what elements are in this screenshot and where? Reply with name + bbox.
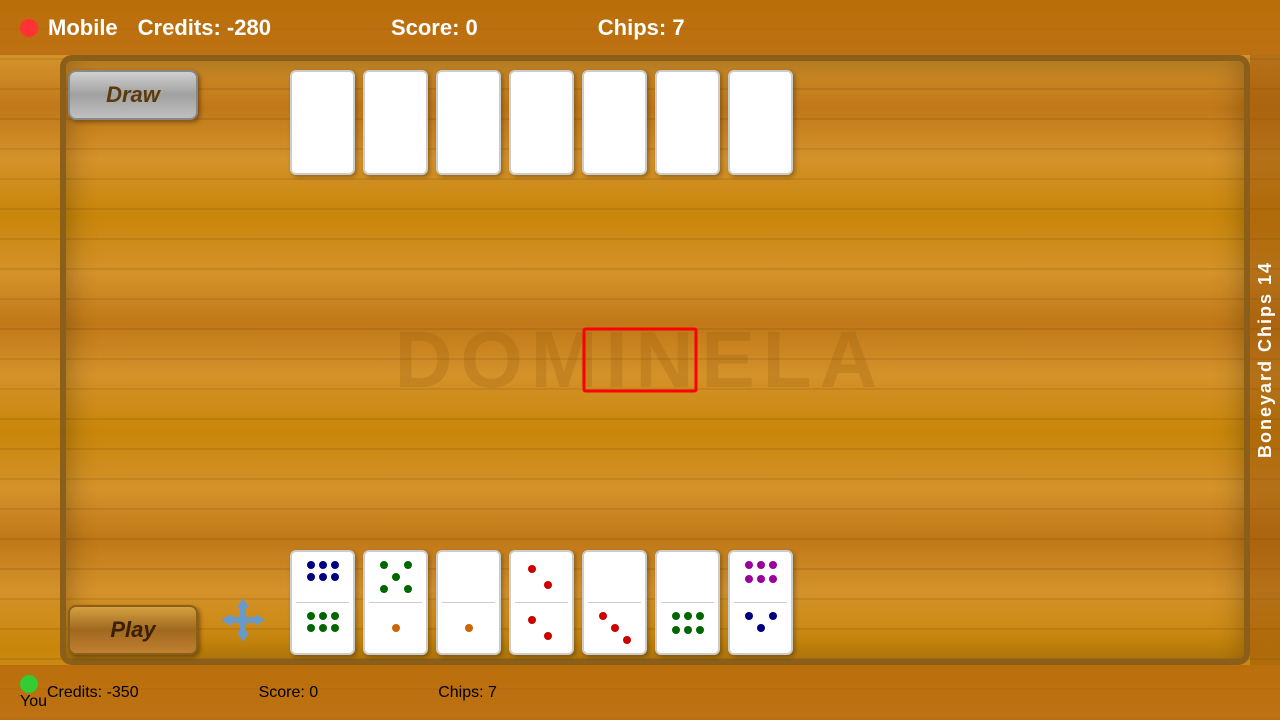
play-button[interactable]: Play	[68, 605, 198, 655]
play-placeholder[interactable]	[583, 328, 698, 393]
move-icon[interactable]	[218, 595, 268, 645]
play-button-label: Play	[110, 617, 155, 643]
boneyard-label: Boneyard Chips 14	[1255, 261, 1276, 458]
draw-button-label: Draw	[106, 82, 160, 108]
you-score: Score: 0	[259, 684, 319, 702]
opponent-card-7	[728, 70, 793, 175]
player-hand[interactable]	[290, 550, 793, 655]
opponent-card-1	[290, 70, 355, 175]
you-name: You	[20, 693, 47, 710]
you-chips: Chips: 7	[438, 684, 497, 702]
opponent-card-4	[509, 70, 574, 175]
domino-6-bottom	[657, 603, 718, 653]
player-domino-4[interactable]	[509, 550, 574, 655]
domino-1-bottom	[292, 603, 353, 653]
opponent-card-2	[363, 70, 428, 175]
player-domino-2[interactable]	[363, 550, 428, 655]
player-domino-7[interactable]	[728, 550, 793, 655]
player-domino-1[interactable]	[290, 550, 355, 655]
domino-2-top	[365, 552, 426, 602]
domino-5-bottom	[584, 603, 645, 653]
opponent-hand	[290, 70, 793, 175]
play-area[interactable]	[583, 328, 698, 393]
boneyard-panel: Boneyard Chips 14	[1250, 55, 1280, 665]
domino-4-bottom	[511, 603, 572, 653]
bottom-status-bar: You Credits: -350 Score: 0 Chips: 7	[0, 665, 1280, 720]
mobile-indicator: Mobile	[20, 15, 118, 41]
mobile-dot	[20, 19, 38, 37]
domino-7-top	[730, 552, 791, 602]
opponent-card-3	[436, 70, 501, 175]
domino-5-top	[584, 552, 645, 602]
top-status-bar: Mobile Credits: -280 Score: 0 Chips: 7	[0, 0, 1280, 55]
domino-1-top	[292, 552, 353, 602]
domino-7-bottom	[730, 603, 791, 653]
domino-2-bottom	[365, 603, 426, 653]
player-domino-5[interactable]	[582, 550, 647, 655]
mobile-credits: Credits: -280	[138, 15, 271, 41]
mobile-score: Score: 0	[391, 15, 478, 41]
mobile-name: Mobile	[48, 15, 118, 41]
domino-4-top	[511, 552, 572, 602]
you-indicator: You	[20, 675, 47, 711]
player-domino-6[interactable]	[655, 550, 720, 655]
domino-3-bottom	[438, 603, 499, 653]
domino-3-top	[438, 552, 499, 602]
opponent-card-6	[655, 70, 720, 175]
draw-button[interactable]: Draw	[68, 70, 198, 120]
you-credits: Credits: -350	[47, 684, 139, 702]
mobile-chips: Chips: 7	[598, 15, 685, 41]
domino-6-top	[657, 552, 718, 602]
you-dot	[20, 675, 38, 693]
game-container: DOMINELA Boneyard Chips 14 Mobile Credit…	[0, 0, 1280, 720]
opponent-card-5	[582, 70, 647, 175]
player-domino-3[interactable]	[436, 550, 501, 655]
